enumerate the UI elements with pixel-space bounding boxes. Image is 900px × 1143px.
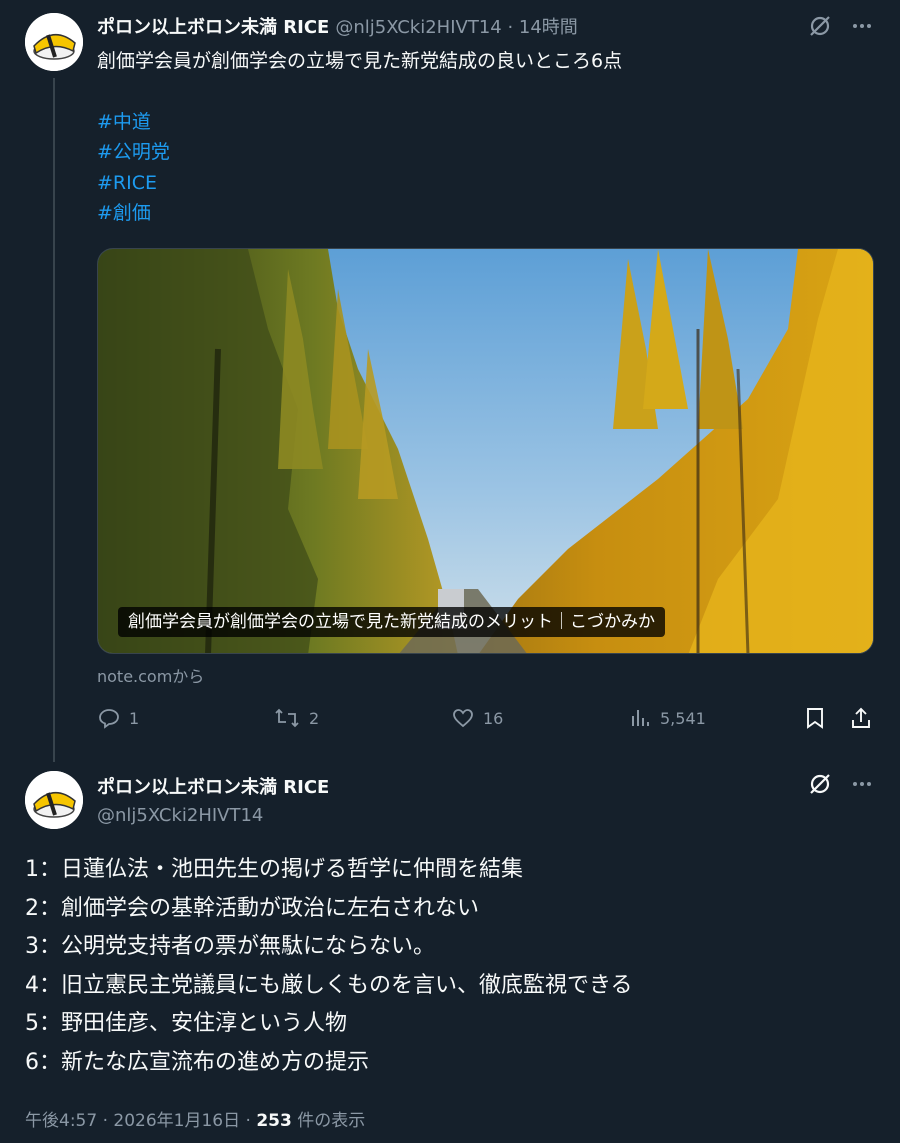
reply-icon — [99, 709, 119, 729]
views-count: 5,541 — [660, 708, 706, 728]
bookmark-button[interactable] — [804, 706, 834, 730]
list-item: 3：公明党支持者の票が無駄にならない。 — [25, 934, 435, 959]
share-button[interactable] — [849, 706, 881, 730]
hashtag-link[interactable]: #公明党 — [97, 137, 867, 168]
reply-button[interactable]: 1 — [97, 706, 139, 730]
bookmark-icon — [807, 708, 823, 729]
like-icon — [453, 709, 473, 728]
link-card[interactable]: 創価学会員が創価学会の立場で見た新党結成のメリット｜こづかみか — [97, 248, 874, 654]
list-item: 4：旧立憲民主党議員にも厳しくものを言い、徹底監視できる — [25, 972, 633, 998]
list-item: 2：創価学会の基幹活動が政治に左右されない — [25, 895, 479, 921]
hashtag-link[interactable]: #RICE — [97, 168, 867, 199]
list-item: 6：新たな広宣流布の進め方の提示 — [25, 1049, 369, 1075]
card-image — [98, 249, 873, 653]
hashtag-link[interactable]: #創価 — [97, 198, 867, 229]
author-handle[interactable]: @nlj5XCki2HIVT14 — [97, 805, 263, 826]
card-source[interactable]: note.comから — [97, 663, 204, 687]
author-name[interactable]: ポロン以上ボロン未満 RICE — [97, 773, 329, 799]
views-icon — [632, 710, 649, 726]
reply-count: 1 — [129, 708, 140, 728]
view-count: 253 — [256, 1111, 292, 1131]
more-icon[interactable] — [847, 769, 877, 799]
hashtag-link[interactable]: #中道 — [97, 107, 867, 138]
post-title: 創価学会員が創価学会の立場で見た新党結成の良いところ6点 — [97, 50, 623, 72]
share-icon — [852, 707, 870, 728]
post-header: ポロン以上ボロン未満 RICE @nlj5XCki2HIVT14 · 14時間 — [97, 13, 578, 39]
post-text: 1：日蓮仏法・池田先生の掲げる哲学に仲間を結集 2：創価学会の基幹活動が政治に左… — [25, 851, 633, 1082]
repost-button[interactable]: 2 — [273, 706, 319, 730]
avatar[interactable] — [25, 771, 83, 829]
author-name[interactable]: ポロン以上ボロン未満 RICE — [97, 13, 329, 39]
grok-icon[interactable] — [805, 11, 835, 41]
thread-line — [53, 78, 55, 762]
views-button[interactable]: 5,541 — [628, 706, 706, 730]
like-button[interactable]: 16 — [451, 706, 503, 730]
like-count: 16 — [483, 708, 504, 728]
repost-icon — [275, 708, 299, 728]
view-label: 件の表示 — [297, 1111, 366, 1131]
list-item: 5：野田佳彦、安住淳という人物 — [25, 1011, 347, 1036]
card-caption: 創価学会員が創価学会の立場で見た新党結成のメリット｜こづかみか — [118, 607, 665, 637]
more-icon[interactable] — [847, 11, 877, 41]
grok-icon[interactable] — [805, 769, 835, 799]
repost-count: 2 — [309, 708, 320, 728]
avatar[interactable] — [25, 13, 83, 71]
author-handle-time[interactable]: @nlj5XCki2HIVT14 · 14時間 — [335, 13, 577, 39]
post-text: 創価学会員が創価学会の立場で見た新党結成の良いところ6点 #中道 #公明党 #R… — [97, 46, 867, 229]
list-item: 1：日蓮仏法・池田先生の掲げる哲学に仲間を結集 — [25, 857, 523, 882]
post-meta: 午後4:57 · 2026年1月16日 · 253 件の表示 — [25, 1106, 365, 1131]
action-bar: 1 2 16 5,541 — [97, 706, 877, 734]
timestamp[interactable]: 午後4:57 · 2026年1月16日 · — [25, 1111, 251, 1131]
